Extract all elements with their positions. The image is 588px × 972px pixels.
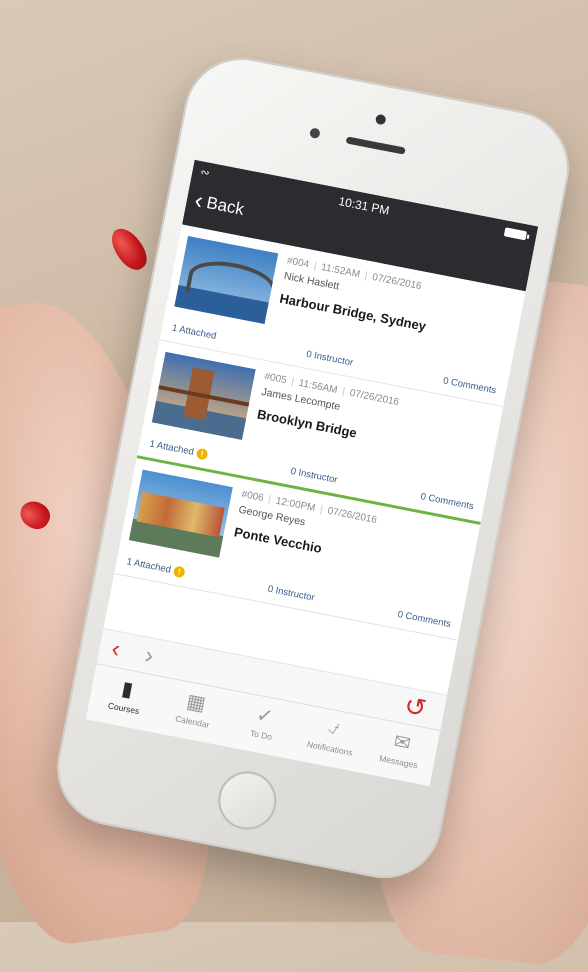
back-button[interactable]: ‹ Back <box>192 186 246 220</box>
front-camera <box>374 113 387 126</box>
course-list: #004 | 11:52AM | 07/26/2016 Nick Haslett H… <box>114 224 526 641</box>
attached-count[interactable]: 1 Attached! <box>126 556 186 579</box>
attached-count[interactable]: 1 Attached <box>171 323 217 342</box>
back-label: Back <box>204 193 246 219</box>
chevron-left-icon[interactable]: ‹ <box>109 635 122 664</box>
earpiece-speaker <box>345 136 406 155</box>
alert-badge-icon: ! <box>195 447 209 461</box>
home-button[interactable] <box>213 766 282 835</box>
tab-calendar[interactable]: ▦ Calendar <box>155 678 234 746</box>
proximity-sensor <box>309 127 321 140</box>
fingernail <box>105 222 153 276</box>
chevron-right-icon[interactable]: › <box>142 642 156 671</box>
comments-count[interactable]: 0 Comments <box>397 609 452 630</box>
instructor-count[interactable]: 0 Instructor <box>305 349 354 369</box>
chevron-left-icon: ‹ <box>192 186 206 215</box>
attached-count[interactable]: 1 Attached! <box>149 438 209 461</box>
thumbnail-image <box>151 351 256 440</box>
comments-count[interactable]: 0 Comments <box>442 375 497 396</box>
tab-courses[interactable]: ▮ Courses <box>86 664 165 732</box>
alert-badge-icon: ! <box>172 565 186 579</box>
refresh-icon[interactable]: ↺ <box>402 690 429 725</box>
comments-count[interactable]: 0 Comments <box>420 491 475 512</box>
instructor-count[interactable]: 0 Instructor <box>290 466 339 486</box>
tab-messages[interactable]: ✉ Messages <box>361 718 440 786</box>
tab-notifications[interactable]: ⍻ Notifications <box>292 704 371 772</box>
thumbnail-image <box>174 235 279 325</box>
instructor-count[interactable]: 0 Instructor <box>267 584 316 604</box>
thumbnail-image <box>128 469 233 558</box>
tab-todo[interactable]: ✓ To Do <box>223 691 302 759</box>
